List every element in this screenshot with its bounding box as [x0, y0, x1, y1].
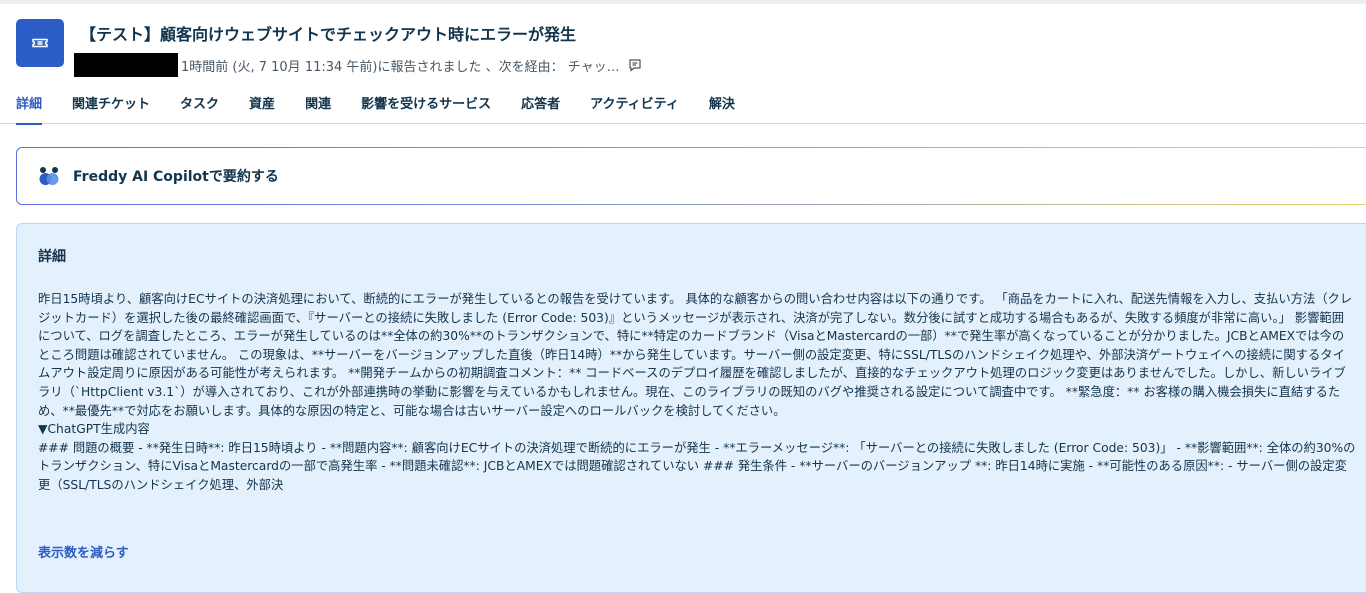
chatgpt-heading: ▼ChatGPT生成内容 [38, 422, 150, 437]
tab-tasks[interactable]: タスク [180, 88, 219, 125]
tab-related-tickets[interactable]: 関連チケット [72, 88, 150, 125]
details-description: 昨日15時頃より、顧客向けECサイトの決済処理において、断続的にエラーが発生して… [38, 290, 1356, 495]
details-heading: 詳細 [38, 249, 66, 265]
freddy-summarize-button[interactable]: Freddy AI Copilotで要約する [16, 147, 1366, 205]
tab-associations[interactable]: 関連 [305, 88, 331, 125]
details-panel: 詳細 昨日15時頃より、顧客向けECサイトの決済処理において、断続的にエラーが発… [16, 223, 1366, 593]
tab-impacted-services[interactable]: 影響を受けるサービス [361, 88, 491, 125]
tab-assets[interactable]: 資産 [249, 88, 275, 125]
ticket-meta: 1時間前 (火, 7 10月 11:34 午前)に報告されました 、次を経由： … [74, 53, 642, 77]
chatgpt-summary-text: ### 問題の概要 - **発生日時**: 昨日15時頃より - **問題内容*… [38, 440, 1356, 492]
description-paragraph: 昨日15時頃より、顧客向けECサイトの決済処理において、断続的にエラーが発生して… [38, 292, 1353, 418]
freddy-summarize-label: Freddy AI Copilotで要約する [73, 169, 279, 185]
conversation-note-icon[interactable] [628, 58, 642, 72]
redacted-requester [74, 53, 178, 77]
tab-details[interactable]: 詳細 [16, 88, 43, 125]
tab-resolution[interactable]: 解決 [709, 88, 735, 125]
show-less-link[interactable]: 表示数を減らす [38, 542, 129, 561]
ticket-title: 【テスト】顧客向けウェブサイトでチェックアウト時にエラーが発生 [80, 25, 577, 44]
freddy-summarize-inner: Freddy AI Copilotで要約する [17, 148, 1366, 204]
tab-responders[interactable]: 応答者 [521, 88, 560, 125]
freddy-ai-icon [39, 167, 59, 185]
ticket-tabs: 詳細 関連チケット タスク 資産 関連 影響を受けるサービス 応答者 アクティビ… [16, 88, 765, 125]
ticket-icon [16, 19, 64, 67]
tab-activity[interactable]: アクティビティ [590, 88, 679, 125]
ticket-header: 【テスト】顧客向けウェブサイトでチェックアウト時にエラーが発生 1時間前 (火,… [0, 4, 1366, 125]
reported-time-text: 1時間前 (火, 7 10月 11:34 午前)に報告されました 、次を経由： … [181, 59, 620, 75]
